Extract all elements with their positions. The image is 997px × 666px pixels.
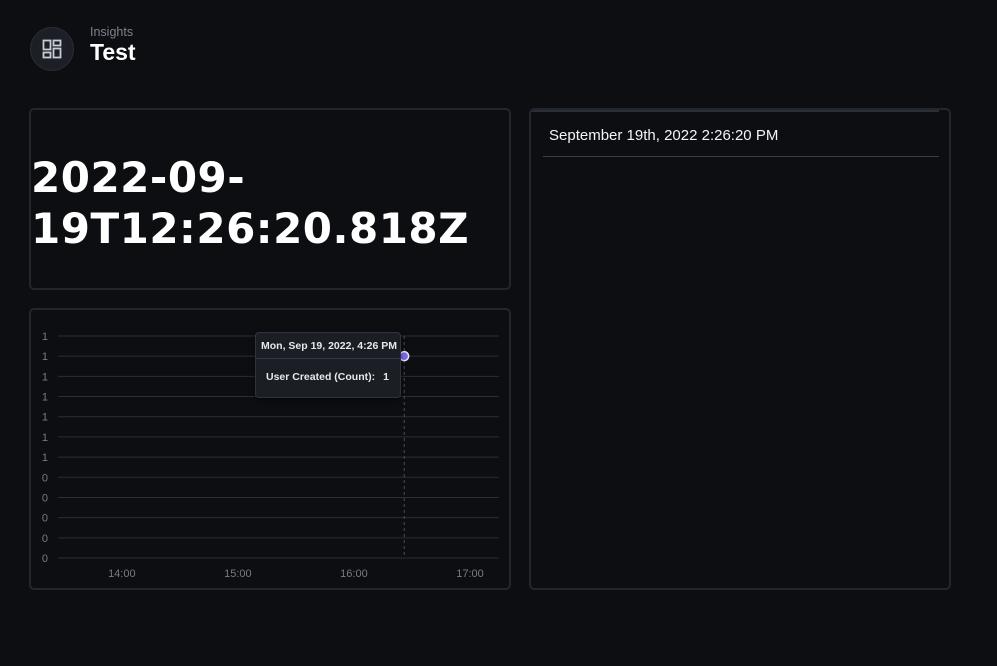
chart-tooltip: Mon, Sep 19, 2022, 4:26 PM User Created …: [255, 332, 401, 398]
y-tick-label: 1: [42, 351, 48, 363]
y-tick-label: 0: [42, 513, 48, 525]
dashboard-icon: [30, 27, 74, 71]
page-title: Test: [90, 39, 136, 65]
event-list-panel: September 19th, 2022 2:26:20 PM: [529, 108, 951, 590]
y-tick-label: 0: [42, 472, 48, 484]
x-tick-label: 14:00: [108, 568, 136, 580]
y-tick-label: 0: [42, 492, 48, 504]
big-number-value: 2022-09-19T12:26:20.818Z: [31, 153, 470, 253]
x-tick-label: 16:00: [340, 568, 368, 580]
panel-top-rule: [531, 110, 939, 112]
y-tick-label: 1: [42, 412, 48, 424]
y-tick-label: 1: [42, 331, 48, 343]
tooltip-label: User Created (Count):: [266, 371, 376, 383]
line-chart-panel: 1 1 1 1 1 1 1 0 0 0 0 0 14:00 15:00 16:00 17:00 Mon, Se…: [29, 308, 511, 590]
y-tick-label: 1: [42, 392, 48, 404]
insights-page: Insights Test 2022-09-19T12:26:20.818Z 1…: [0, 0, 997, 666]
y-tick-label: 1: [42, 452, 48, 464]
big-number-panel: 2022-09-19T12:26:20.818Z: [29, 108, 511, 290]
heading-divider: [543, 156, 939, 157]
tooltip-value: 1: [383, 371, 389, 383]
tooltip-title: Mon, Sep 19, 2022, 4:26 PM: [256, 333, 400, 359]
y-tick-label: 0: [42, 553, 48, 565]
breadcrumb[interactable]: Insights: [90, 25, 136, 39]
y-tick-label: 0: [42, 533, 48, 545]
y-tick-label: 1: [42, 371, 48, 383]
header-text: Insights Test: [90, 25, 136, 65]
page-header: Insights Test: [30, 25, 136, 71]
event-timestamp-heading: September 19th, 2022 2:26:20 PM: [549, 127, 779, 144]
x-tick-label: 15:00: [224, 568, 252, 580]
tooltip-row: User Created (Count): 1: [256, 371, 400, 383]
x-tick-label: 17:00: [456, 568, 484, 580]
y-tick-label: 1: [42, 432, 48, 444]
data-point: [398, 350, 410, 362]
